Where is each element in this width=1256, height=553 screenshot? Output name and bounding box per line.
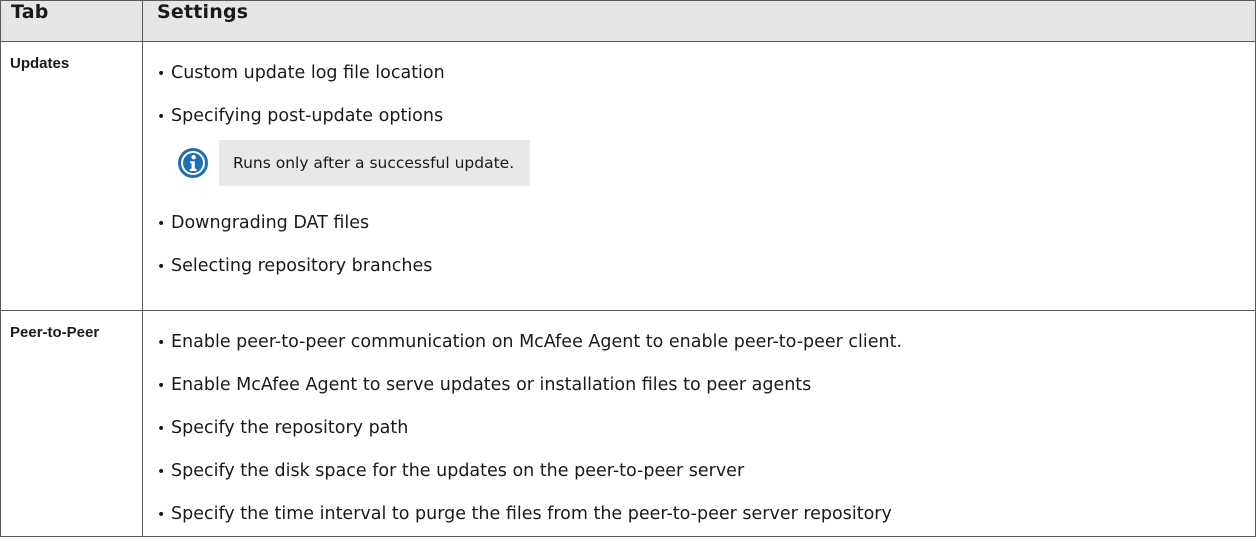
info-note: Runs only after a successful update.: [177, 140, 1255, 186]
list-item-text: Enable McAfee Agent to serve updates or …: [171, 375, 812, 395]
note-text: Runs only after a successful update.: [219, 140, 531, 186]
list-item-text: Downgrading DAT files: [171, 213, 370, 233]
bullet-icon: •: [157, 507, 166, 523]
list-item: • Specifying post-update options: [157, 95, 1255, 138]
tab-cell-peer-to-peer: Peer-to-Peer: [0, 310, 143, 537]
list-item-text: Specify the repository path: [171, 418, 409, 438]
bullet-icon: •: [157, 335, 166, 351]
settings-table: Tab Settings Updates • Custom update log …: [0, 0, 1256, 537]
list-item-text: Custom update log file location: [171, 63, 445, 83]
column-header-settings: Settings: [142, 0, 1256, 42]
list-item: • Selecting repository branches: [157, 245, 1255, 288]
bullet-icon: •: [157, 421, 166, 437]
settings-list-updates-continued: • Downgrading DAT files • Selecting reposi…: [157, 202, 1255, 288]
list-item: • Specify the disk space for the updates …: [157, 450, 1255, 493]
column-header-tab: Tab: [0, 0, 143, 42]
list-item-text: Specifying post-update options: [171, 106, 444, 126]
settings-cell-updates: • Custom update log file location • Specif…: [142, 41, 1256, 311]
settings-list-peer-to-peer: • Enable peer-to-peer communication on Mc…: [157, 311, 1255, 536]
bullet-icon: •: [157, 66, 166, 82]
bullet-icon: •: [157, 216, 166, 232]
list-item-text: Selecting repository branches: [171, 256, 433, 276]
settings-list-updates: • Custom update log file location • Specif…: [157, 42, 1255, 138]
list-item: • Enable peer-to-peer communication on Mc…: [157, 321, 1255, 364]
list-item-text: Specify the disk space for the updates o…: [171, 461, 745, 481]
info-icon: [178, 148, 208, 178]
list-item-text: Specify the time interval to purge the f…: [171, 504, 892, 524]
bullet-icon: •: [157, 109, 166, 125]
settings-cell-peer-to-peer: • Enable peer-to-peer communication on Mc…: [142, 310, 1256, 537]
list-item: • Downgrading DAT files: [157, 202, 1255, 245]
list-item-text: Enable peer-to-peer communication on McA…: [171, 332, 903, 352]
bullet-icon: •: [157, 464, 166, 480]
list-item: • Specify the time interval to purge the …: [157, 493, 1255, 536]
bullet-icon: •: [157, 259, 166, 275]
table-header-row: Tab Settings: [0, 0, 1256, 42]
list-item: • Specify the repository path: [157, 407, 1255, 450]
list-item: • Custom update log file location: [157, 52, 1255, 95]
table-row-peer-to-peer: Peer-to-Peer • Enable peer-to-peer commun…: [0, 310, 1256, 537]
table-row-updates: Updates • Custom update log file location…: [0, 41, 1256, 311]
bullet-icon: •: [157, 378, 166, 394]
tab-cell-updates: Updates: [0, 41, 143, 311]
list-item: • Enable McAfee Agent to serve updates or…: [157, 364, 1255, 407]
